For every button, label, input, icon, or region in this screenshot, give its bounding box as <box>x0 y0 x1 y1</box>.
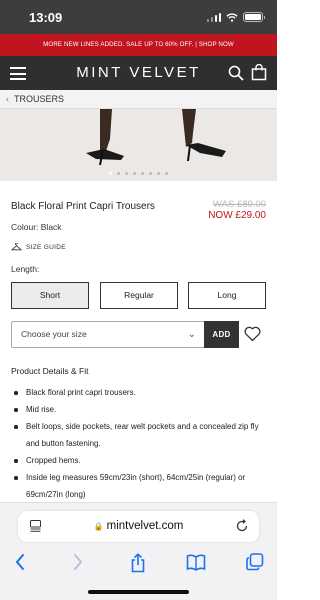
was-price: WAS £89.00 <box>213 199 266 210</box>
now-price: NOW £29.00 <box>208 210 266 221</box>
promo-banner[interactable]: MORE NEW LINES ADDED. SALE UP TO 60% OFF… <box>0 34 277 56</box>
carousel-dot[interactable] <box>117 172 120 175</box>
size-select-placeholder: Choose your size <box>21 329 87 339</box>
length-option-long[interactable]: Long <box>188 282 266 309</box>
chevron-down-icon: ⌄ <box>187 329 196 340</box>
size-select[interactable]: Choose your size ⌄ <box>11 321 205 348</box>
carousel-dot[interactable] <box>165 172 168 175</box>
tabs-icon[interactable] <box>246 553 264 571</box>
status-bar: 13:09 <box>0 0 277 34</box>
address-bar[interactable]: 🔒 mintvelvet.com <box>18 511 259 542</box>
wifi-icon <box>226 12 238 22</box>
back-icon[interactable] <box>14 553 26 571</box>
lock-icon: 🔒 <box>93 522 104 531</box>
list-item: Cropped hems. <box>11 452 271 469</box>
product-details-heading: Product Details & Fit <box>11 366 89 376</box>
size-guide-link[interactable]: SIZE GUIDE <box>11 243 66 251</box>
length-option-short[interactable]: Short <box>11 282 89 309</box>
bag-icon[interactable] <box>251 64 267 81</box>
signal-icon <box>206 12 221 22</box>
share-icon[interactable] <box>130 553 146 573</box>
hanger-icon <box>11 243 22 251</box>
carousel-dot[interactable] <box>109 172 112 175</box>
search-icon[interactable] <box>228 65 244 81</box>
battery-icon <box>243 12 265 22</box>
product-image <box>0 109 277 181</box>
url-label: mintvelvet.com <box>106 520 184 532</box>
home-indicator <box>88 590 189 594</box>
heart-icon[interactable] <box>244 326 261 342</box>
list-item: Mid rise. <box>11 401 271 418</box>
product-title: Black Floral Print Capri Trousers <box>11 201 155 212</box>
list-item: Inside leg measures 59cm/23in (short), 6… <box>11 469 271 503</box>
breadcrumb-label: TROUSERS <box>14 94 65 104</box>
add-to-bag-button[interactable]: ADD <box>204 321 239 348</box>
product-details-list: Black floral print capri trousers. Mid r… <box>11 384 271 503</box>
browser-nav-row <box>0 551 277 575</box>
carousel-dot[interactable] <box>141 172 144 175</box>
status-icons <box>206 12 265 22</box>
breadcrumb[interactable]: ‹ TROUSERS <box>0 90 277 109</box>
browser-toolbar: 🔒 mintvelvet.com <box>0 502 277 600</box>
reload-icon[interactable] <box>235 519 249 533</box>
site-header: MINT VELVET <box>0 56 277 90</box>
length-option-regular[interactable]: Regular <box>100 282 178 309</box>
chevron-left-icon: ‹ <box>6 94 9 104</box>
length-label: Length: <box>11 264 40 274</box>
forward-icon[interactable] <box>72 553 84 571</box>
carousel-dot[interactable] <box>125 172 128 175</box>
status-time: 13:09 <box>29 10 63 25</box>
carousel-dots <box>0 172 277 175</box>
url-text: 🔒 mintvelvet.com <box>18 520 259 532</box>
list-item: Belt loops, side pockets, rear welt pock… <box>11 418 271 452</box>
carousel-dot[interactable] <box>133 172 136 175</box>
colour-label: Colour: Black <box>11 222 62 232</box>
product-image-carousel[interactable] <box>0 109 277 181</box>
bookmarks-icon[interactable] <box>186 553 206 571</box>
size-guide-label: SIZE GUIDE <box>26 243 66 251</box>
carousel-dot[interactable] <box>149 172 152 175</box>
carousel-dot[interactable] <box>157 172 160 175</box>
list-item: Black floral print capri trousers. <box>11 384 271 401</box>
